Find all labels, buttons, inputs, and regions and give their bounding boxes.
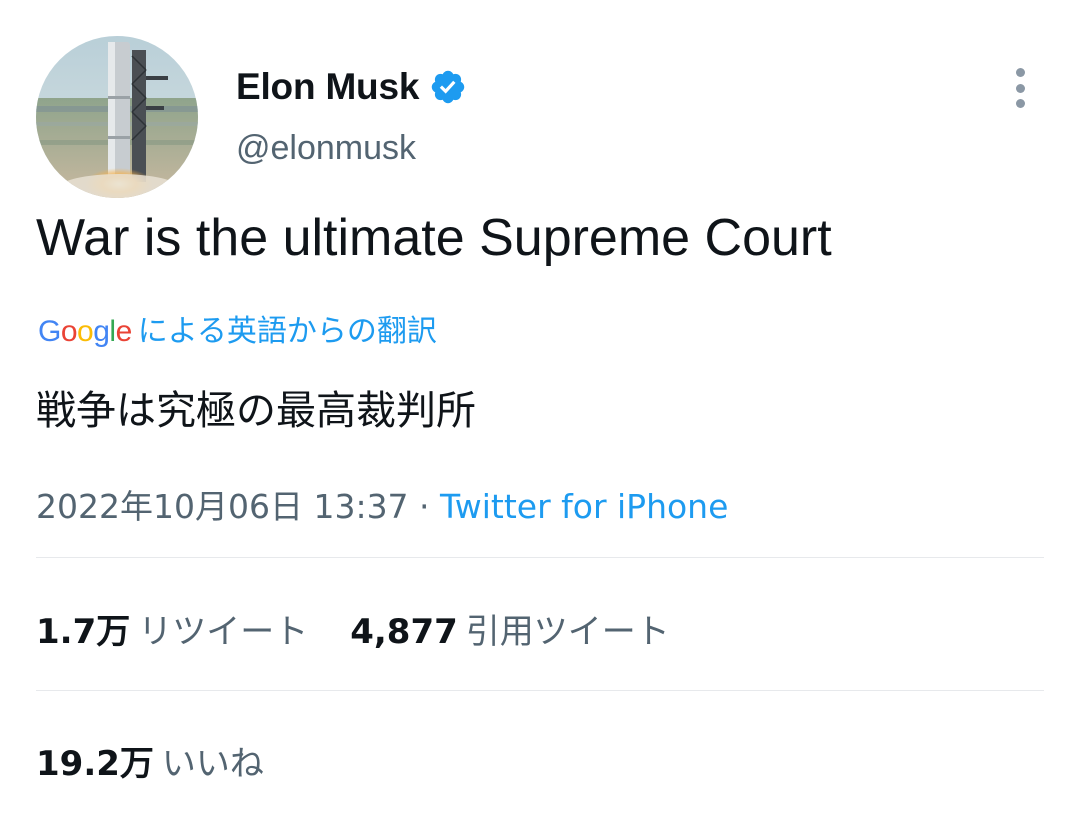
more-dot [1015,83,1025,93]
tweet-source[interactable]: Twitter for iPhone [440,487,728,526]
author-name-row[interactable]: Elon Musk [236,66,467,108]
engagement-stats: 1.7万 リツイート 4,877 引用ツイート [36,604,712,653]
more-vertical-icon[interactable] [1006,64,1034,112]
likes-label: いいね [161,744,264,784]
more-dot [1015,99,1025,108]
quotes-label: 引用ツイート [465,612,670,652]
tweet-meta: 2022年10月06日 13:37 · Twitter for iPhone [36,480,728,528]
likes-stat[interactable]: 19.2万 いいね [36,736,264,785]
google-logo-letter: o [77,315,94,348]
quotes-stat[interactable]: 4,877 引用ツイート [350,604,670,653]
avatar-image [36,36,198,198]
google-logo-letter: o [60,315,78,348]
retweets-label: リツイート [138,612,309,652]
retweets-stat[interactable]: 1.7万 リツイート [36,604,308,653]
author-handle[interactable]: @elonmusk [236,129,416,168]
google-logo-letter: G [38,315,61,348]
meta-separator: · [408,487,441,526]
translation-attribution[interactable]: Google による英語からの翻訳 [38,306,437,350]
display-name[interactable]: Elon Musk [236,66,419,108]
google-logo: Google [38,315,132,349]
divider [36,690,1044,691]
divider [36,557,1044,558]
translation-label[interactable]: による英語からの翻訳 [138,306,437,350]
tweet-text: War is the ultimate Supreme Court [36,209,832,267]
verified-badge-icon [431,70,465,104]
retweets-count: 1.7万 [36,612,131,652]
google-logo-letter: g [93,315,110,348]
google-logo-letter: e [115,315,133,348]
avatar[interactable] [36,36,198,198]
likes-count: 19.2万 [36,744,154,784]
timestamp[interactable]: 2022年10月06日 13:37 [36,487,409,526]
more-dot [1015,68,1025,77]
translated-text: 戦争は究極の最高裁判所 [36,388,476,434]
quotes-count: 4,877 [350,612,458,652]
